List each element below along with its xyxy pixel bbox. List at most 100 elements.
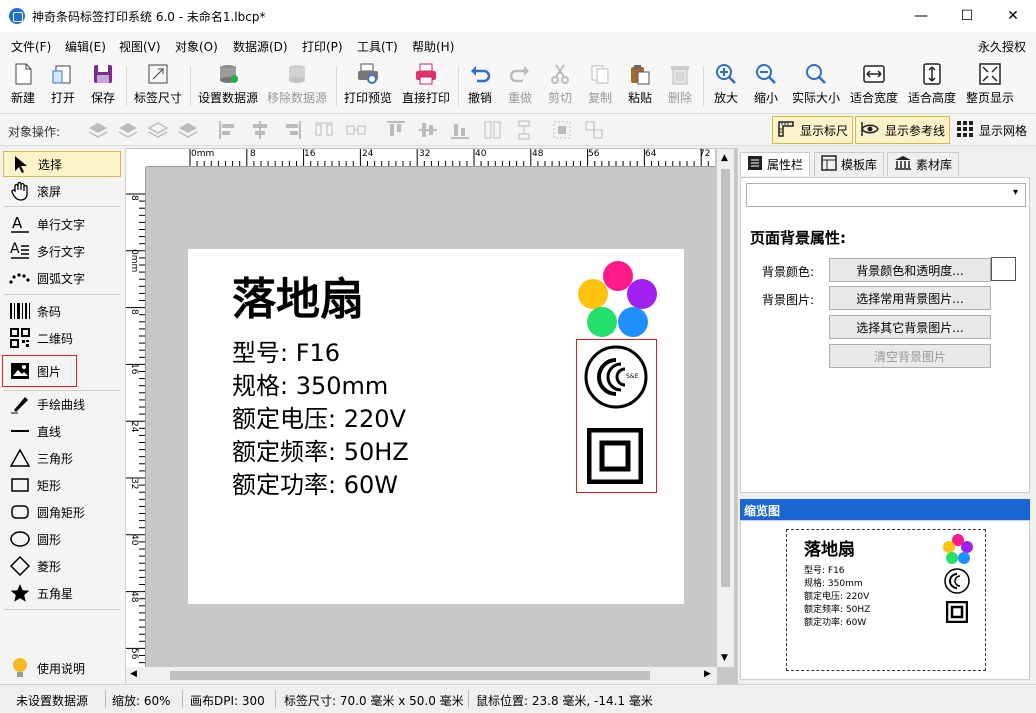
- copy-button[interactable]: 复制: [585, 62, 615, 110]
- cut-button[interactable]: 剪切: [545, 62, 575, 110]
- preview-thumbnail[interactable]: 落地扇 型号: F16 规格: 350mm 额定电压: 220V 额定频率: 5…: [786, 529, 986, 671]
- tool-image[interactable]: 图片: [2, 355, 77, 387]
- align-bottom-icon[interactable]: [450, 120, 470, 140]
- bg-common-image-button[interactable]: 选择常用背景图片...: [829, 286, 991, 310]
- send-backward-icon[interactable]: [178, 120, 198, 140]
- scroll-up-icon[interactable]: ▲: [721, 153, 728, 163]
- chevron-down-icon: ▾: [1013, 187, 1019, 198]
- zoom-in-button[interactable]: 放大: [711, 62, 741, 110]
- label-line-spec[interactable]: 规格: 350mm: [232, 366, 388, 401]
- menu-edit[interactable]: 编辑(E): [65, 38, 106, 55]
- bg-color-button[interactable]: 背景颜色和透明度...: [829, 258, 991, 282]
- tool-circle[interactable]: 圆形: [3, 526, 121, 552]
- tool-rectangle[interactable]: 矩形: [3, 472, 121, 498]
- show-grid-toggle[interactable]: 显示网格: [952, 116, 1031, 144]
- paste-button[interactable]: 粘贴: [625, 62, 655, 110]
- label-line-voltage[interactable]: 额定电压: 220V: [232, 399, 406, 434]
- vertical-scrollbar[interactable]: ▲ ▼: [717, 149, 734, 667]
- new-button[interactable]: 新建: [8, 62, 38, 110]
- purple-circle[interactable]: [627, 279, 657, 309]
- remove-datasource-button[interactable]: 移除数据源: [266, 62, 328, 110]
- scroll-down-icon[interactable]: ▼: [721, 653, 728, 663]
- tool-qrcode[interactable]: 二维码: [3, 325, 121, 351]
- menu-view[interactable]: 视图(V): [119, 38, 161, 55]
- label-line-frequency[interactable]: 额定频率: 50HZ: [232, 432, 409, 467]
- label-line-power[interactable]: 额定功率: 60W: [232, 465, 398, 500]
- actual-size-button[interactable]: 实际大小: [790, 62, 842, 110]
- tool-multi-line-text[interactable]: A 多行文字: [3, 238, 121, 264]
- tool-help[interactable]: 使用说明: [3, 655, 121, 681]
- tool-star[interactable]: 五角星: [3, 580, 121, 606]
- send-back-icon[interactable]: [118, 120, 138, 140]
- menu-object[interactable]: 对象(O): [175, 38, 218, 55]
- horizontal-scroll-thumb[interactable]: [170, 671, 650, 680]
- align-middle-icon[interactable]: [418, 120, 438, 140]
- tool-arc-text[interactable]: 圆弧文字: [3, 265, 121, 291]
- bg-color-swatch[interactable]: [991, 257, 1016, 281]
- align-right-icon[interactable]: [282, 120, 302, 140]
- menu-tools[interactable]: 工具(T): [357, 38, 398, 55]
- ungroup-icon[interactable]: [584, 120, 604, 140]
- menu-datasource[interactable]: 数据源(D): [233, 38, 288, 55]
- distribute-vertical-icon[interactable]: [514, 120, 534, 140]
- fit-page-button[interactable]: 整页显示: [965, 62, 1015, 110]
- blue-circle[interactable]: [618, 307, 648, 337]
- maximize-button[interactable]: ☐: [944, 0, 990, 32]
- bring-forward-icon[interactable]: [147, 120, 169, 140]
- tool-rounded-rectangle[interactable]: 圆角矩形: [3, 499, 121, 525]
- fit-width-button[interactable]: 适合宽度: [849, 62, 899, 110]
- align-center-icon[interactable]: [250, 120, 270, 140]
- tool-scroll[interactable]: 滚屏: [3, 178, 121, 204]
- tool-single-line-text[interactable]: A 单行文字: [3, 211, 121, 237]
- menu-help[interactable]: 帮助(H): [412, 38, 454, 55]
- tool-select[interactable]: 选择: [3, 151, 121, 177]
- tool-line[interactable]: 直线: [3, 418, 121, 444]
- show-ruler-toggle[interactable]: 显示标尺: [772, 116, 854, 144]
- horizontal-scrollbar[interactable]: ◀ ▶: [126, 667, 717, 684]
- vertical-scroll-thumb[interactable]: [721, 169, 730, 587]
- align-left-icon[interactable]: [218, 120, 238, 140]
- scroll-right-icon[interactable]: ▶: [704, 669, 711, 679]
- bg-other-image-button[interactable]: 选择其它背景图片...: [829, 315, 991, 339]
- label-title-text[interactable]: 落地扇: [232, 263, 364, 327]
- align-top-icon[interactable]: [386, 120, 406, 140]
- label-page[interactable]: 落地扇 型号: F16 规格: 350mm 额定电压: 220V 额定频率: 5…: [188, 249, 684, 604]
- minimize-button[interactable]: —: [898, 0, 944, 32]
- same-width-icon[interactable]: [346, 120, 366, 140]
- undo-button[interactable]: 撤销: [465, 62, 495, 110]
- same-height-icon[interactable]: [482, 120, 502, 140]
- redo-button[interactable]: 重做: [505, 62, 535, 110]
- tab-properties[interactable]: 属性栏: [740, 152, 811, 176]
- label-line-model[interactable]: 型号: F16: [232, 333, 340, 368]
- scroll-left-icon[interactable]: ◀: [130, 669, 137, 679]
- close-button[interactable]: ✕: [990, 0, 1036, 32]
- delete-button[interactable]: 删除: [665, 62, 695, 110]
- yellow-circle[interactable]: [578, 279, 608, 309]
- bring-front-icon[interactable]: [88, 120, 108, 140]
- menu-file[interactable]: 文件(F): [11, 38, 51, 55]
- bg-clear-image-button[interactable]: 清空背景图片: [829, 344, 991, 368]
- green-circle[interactable]: [587, 307, 617, 337]
- printer-icon: [414, 62, 438, 86]
- print-preview-button[interactable]: 打印预览: [342, 62, 394, 110]
- save-button[interactable]: 保存: [88, 62, 118, 110]
- set-datasource-button[interactable]: 设置数据源: [197, 62, 259, 110]
- group-icon[interactable]: [552, 120, 572, 140]
- distribute-horizontal-icon[interactable]: [314, 120, 334, 140]
- tool-triangle[interactable]: 三角形: [3, 445, 121, 471]
- direct-print-button[interactable]: 直接打印: [401, 62, 451, 110]
- tab-materials[interactable]: 素材库: [887, 152, 960, 176]
- zoom-out-button[interactable]: 缩小: [751, 62, 781, 110]
- tool-freehand[interactable]: 手绘曲线: [3, 391, 121, 417]
- tab-templates[interactable]: 模板库: [814, 152, 885, 176]
- fit-height-button[interactable]: 适合高度: [907, 62, 957, 110]
- triangle-icon: [9, 447, 31, 469]
- tool-barcode[interactable]: 条码: [3, 298, 121, 324]
- show-guides-toggle[interactable]: 显示参考线: [855, 116, 951, 144]
- object-select-dropdown[interactable]: ▾: [746, 183, 1026, 207]
- label-size-button[interactable]: 标签尺寸: [133, 62, 183, 110]
- selected-image-object[interactable]: S&E: [576, 339, 657, 493]
- open-button[interactable]: 打开: [48, 62, 78, 110]
- menu-print[interactable]: 打印(P): [302, 38, 343, 55]
- tool-diamond[interactable]: 菱形: [3, 553, 121, 579]
